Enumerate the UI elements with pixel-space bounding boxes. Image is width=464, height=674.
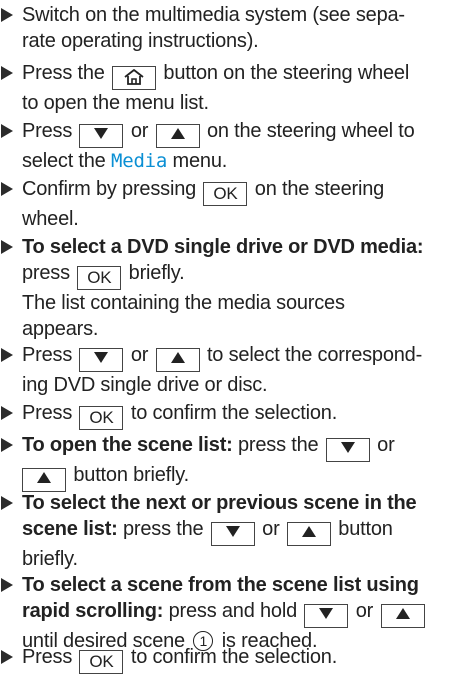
- step-text: rate operating instructions).: [22, 30, 259, 52]
- up-button[interactable]: [22, 468, 66, 492]
- step-text: on the steering wheel to: [206, 120, 415, 142]
- step-text: briefly.: [22, 548, 78, 570]
- instruction-page: Switch on the multimedia system (see sep…: [0, 0, 464, 674]
- step-9: To select the next or previous scene in …: [0, 490, 460, 572]
- down-button[interactable]: [304, 604, 349, 628]
- down-triangle-icon: [94, 128, 109, 139]
- down-triangle-icon: [225, 526, 240, 537]
- step-text: wheel.: [22, 208, 79, 230]
- step-text: press the: [122, 518, 204, 540]
- step-heading: To select a DVD single drive or DVD medi…: [22, 236, 424, 258]
- step-marker-icon: [1, 650, 13, 664]
- step-text: select the: [22, 150, 106, 172]
- ok-button[interactable]: OK: [77, 266, 122, 290]
- step-text: Press: [22, 120, 73, 142]
- up-triangle-icon: [37, 472, 51, 483]
- step-text: or: [377, 434, 395, 456]
- step-text: or: [355, 600, 374, 622]
- step-7: Press OK to confirm the selection.: [0, 400, 460, 430]
- step-text: appears.: [22, 318, 99, 340]
- step-3: Press or on the steering wheel to select…: [0, 118, 460, 174]
- up-triangle-icon: [301, 526, 316, 537]
- step-marker-icon: [1, 182, 13, 196]
- home-button[interactable]: [112, 66, 157, 90]
- up-button[interactable]: [380, 604, 425, 628]
- step-text: menu.: [172, 150, 228, 172]
- down-triangle-icon: [319, 608, 334, 619]
- step-text: ing DVD single drive or disc.: [22, 374, 268, 396]
- step-1: Switch on the multimedia system (see sep…: [0, 2, 460, 54]
- up-triangle-icon: [395, 608, 410, 619]
- step-5: To select a DVD single drive or DVD medi…: [0, 234, 460, 342]
- home-icon: [124, 69, 144, 85]
- step-text: or: [130, 120, 149, 142]
- step-text: to confirm the selection.: [130, 646, 338, 668]
- step-text: or: [130, 344, 149, 366]
- step-marker-icon: [1, 348, 13, 362]
- step-marker-icon: [1, 124, 13, 138]
- step-marker-icon: [1, 496, 13, 510]
- ok-button[interactable]: OK: [79, 406, 124, 430]
- step-marker-icon: [1, 66, 13, 80]
- step-text: The list containing the media sources: [22, 292, 345, 314]
- media-menu-label: Media: [110, 150, 168, 172]
- step-heading: scene list:: [22, 518, 118, 540]
- step-heading: To select a scene from the scene list us…: [22, 574, 419, 596]
- step-text: Press: [22, 646, 73, 668]
- step-text: press and hold: [168, 600, 298, 622]
- step-6: Press or to select the correspond- ing D…: [0, 342, 460, 398]
- step-text: Press the: [22, 62, 105, 84]
- step-text: Switch on the multimedia system (see sep…: [22, 4, 405, 26]
- step-text: on the steering: [254, 178, 385, 200]
- step-8: To open the scene list: press the or but…: [0, 432, 460, 492]
- step-text: press the: [237, 434, 319, 456]
- step-text: Confirm by pressing: [22, 178, 197, 200]
- step-marker-icon: [1, 8, 13, 22]
- step-text: button on the steering wheel: [163, 62, 410, 84]
- step-heading: To select the next or previous scene in …: [22, 492, 417, 514]
- down-triangle-icon: [340, 442, 355, 453]
- down-button[interactable]: [325, 438, 370, 462]
- step-marker-icon: [1, 578, 13, 592]
- up-button[interactable]: [155, 124, 200, 148]
- up-triangle-icon: [170, 352, 185, 363]
- step-text: button: [338, 518, 393, 540]
- down-triangle-icon: [94, 352, 109, 363]
- step-heading: To open the scene list:: [22, 434, 233, 456]
- step-marker-icon: [1, 406, 13, 420]
- step-heading: rapid scrolling:: [22, 600, 164, 622]
- step-text: press: [22, 262, 70, 284]
- up-triangle-icon: [170, 128, 185, 139]
- step-10: To select a scene from the scene list us…: [0, 572, 460, 654]
- step-2: Press the button on the steering wheel t…: [0, 60, 460, 116]
- step-text: Press: [22, 402, 73, 424]
- down-button[interactable]: [79, 124, 124, 148]
- step-text: or: [262, 518, 280, 540]
- step-text: to select the correspond-: [206, 344, 423, 366]
- step-4: Confirm by pressing OK on the steering w…: [0, 176, 460, 232]
- up-button[interactable]: [155, 348, 200, 372]
- step-marker-icon: [1, 438, 13, 452]
- ok-button[interactable]: OK: [79, 650, 124, 674]
- step-marker-icon: [1, 240, 13, 254]
- step-text: button briefly.: [73, 464, 189, 486]
- step-text: Press: [22, 344, 73, 366]
- down-button[interactable]: [79, 348, 124, 372]
- up-button[interactable]: [286, 522, 331, 546]
- step-text: to confirm the selection.: [130, 402, 338, 424]
- ok-button[interactable]: OK: [203, 182, 248, 206]
- step-text: to open the menu list.: [22, 92, 209, 114]
- step-text: briefly.: [128, 262, 185, 284]
- down-button[interactable]: [210, 522, 255, 546]
